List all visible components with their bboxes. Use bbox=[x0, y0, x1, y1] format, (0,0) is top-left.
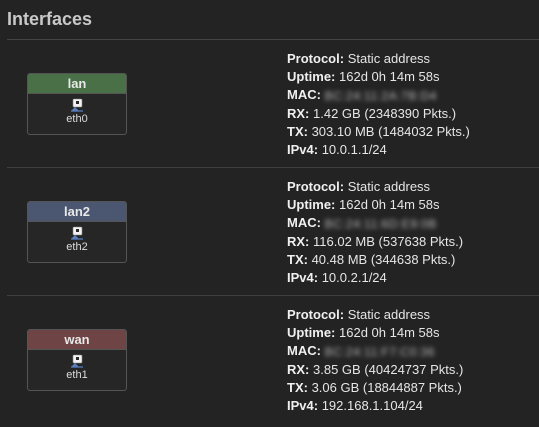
protocol-value: Static address bbox=[347, 179, 431, 194]
uptime-line: Uptime: 162d 0h 14m 58s bbox=[287, 196, 463, 214]
interface-badge-body: eth1 bbox=[28, 354, 126, 381]
tx-label: TX: bbox=[287, 379, 308, 395]
interface-badge-wan[interactable]: wan eth1 bbox=[27, 329, 127, 391]
ipv4-line: IPv4: 192.168.1.104/24 bbox=[287, 397, 463, 415]
uptime-value: 162d 0h 14m 58s bbox=[339, 197, 440, 212]
tx-label: TX: bbox=[287, 123, 308, 139]
interface-name: wan bbox=[28, 330, 126, 350]
uptime-label: Uptime: bbox=[287, 69, 336, 84]
page-title: Interfaces bbox=[7, 9, 93, 29]
tx-line: TX: 303.10 MB (1484032 Pkts.) bbox=[287, 123, 470, 141]
rx-label: RX: bbox=[287, 233, 310, 249]
ipv4-line: IPv4: 10.0.1.1/24 bbox=[287, 141, 470, 159]
tx-value: 40.48 MB (344638 Pkts.) bbox=[311, 251, 456, 267]
mac-line: MAC: BC:24:11:F7:C0:36 bbox=[287, 342, 463, 361]
uptime-label: Uptime: bbox=[287, 197, 336, 212]
uptime-line: Uptime: 162d 0h 14m 58s bbox=[287, 68, 470, 86]
tx-line: TX: 3.06 GB (18844887 Pkts.) bbox=[287, 379, 463, 397]
interface-badge-lan[interactable]: lan eth0 bbox=[27, 73, 127, 135]
ethernet-port-icon bbox=[71, 226, 83, 240]
rx-label: RX: bbox=[287, 105, 310, 121]
mac-value-redacted: BC:24:11:2A:7B:D4 bbox=[324, 88, 437, 103]
mac-line: MAC: BC:24:11:2A:7B:D4 bbox=[287, 86, 470, 105]
interface-badge-body: eth0 bbox=[28, 98, 126, 125]
protocol-label: Protocol: bbox=[287, 179, 345, 194]
interface-row-wan: wan eth1 Protocol: Static address Uptime… bbox=[7, 297, 539, 425]
mac-line: MAC: BC:24:11:6D:E9:0B bbox=[287, 214, 463, 233]
interface-details-lan: Protocol: Static address Uptime: 162d 0h… bbox=[287, 50, 470, 159]
tx-value: 3.06 GB (18844887 Pkts.) bbox=[311, 379, 462, 395]
row-divider bbox=[7, 295, 539, 296]
interface-badge-lan2[interactable]: lan2 eth2 bbox=[27, 201, 127, 263]
interface-device: eth0 bbox=[66, 113, 88, 125]
ipv4-value: 10.0.1.1/24 bbox=[321, 141, 387, 157]
interfaces-panel: Interfaces lan eth0 Protocol: Static add… bbox=[0, 0, 539, 427]
mac-value-redacted: BC:24:11:6D:E9:0B bbox=[324, 216, 437, 231]
interface-details-wan: Protocol: Static address Uptime: 162d 0h… bbox=[287, 306, 463, 415]
interface-name: lan bbox=[28, 74, 126, 94]
protocol-label: Protocol: bbox=[287, 51, 345, 66]
ipv4-label: IPv4: bbox=[287, 397, 319, 413]
interface-device: eth2 bbox=[66, 241, 88, 253]
mac-label: MAC: bbox=[287, 87, 321, 102]
tx-value: 303.10 MB (1484032 Pkts.) bbox=[311, 123, 470, 139]
protocol-line: Protocol: Static address bbox=[287, 306, 463, 324]
protocol-label: Protocol: bbox=[287, 307, 345, 322]
protocol-line: Protocol: Static address bbox=[287, 178, 463, 196]
ipv4-label: IPv4: bbox=[287, 269, 319, 285]
rx-value: 1.42 GB (2348390 Pkts.) bbox=[313, 105, 457, 121]
ethernet-port-icon bbox=[71, 98, 83, 112]
rx-line: RX: 3.85 GB (40424737 Pkts.) bbox=[287, 361, 463, 379]
rx-label: RX: bbox=[287, 361, 310, 377]
ipv4-line: IPv4: 10.0.2.1/24 bbox=[287, 269, 463, 287]
uptime-label: Uptime: bbox=[287, 325, 336, 340]
interface-details-lan2: Protocol: Static address Uptime: 162d 0h… bbox=[287, 178, 463, 287]
interface-device: eth1 bbox=[66, 369, 88, 381]
uptime-line: Uptime: 162d 0h 14m 58s bbox=[287, 324, 463, 342]
interface-row-lan2: lan2 eth2 Protocol: Static address Uptim… bbox=[7, 169, 539, 297]
rx-line: RX: 1.42 GB (2348390 Pkts.) bbox=[287, 105, 470, 123]
uptime-value: 162d 0h 14m 58s bbox=[339, 69, 440, 84]
protocol-line: Protocol: Static address bbox=[287, 50, 470, 68]
tx-line: TX: 40.48 MB (344638 Pkts.) bbox=[287, 251, 463, 269]
tx-label: TX: bbox=[287, 251, 308, 267]
title-divider bbox=[7, 39, 539, 40]
rx-value: 116.02 MB (537638 Pkts.) bbox=[313, 233, 464, 249]
mac-label: MAC: bbox=[287, 343, 321, 358]
interface-row-lan: lan eth0 Protocol: Static address Uptime… bbox=[7, 41, 539, 169]
mac-label: MAC: bbox=[287, 215, 321, 230]
protocol-value: Static address bbox=[347, 307, 431, 322]
protocol-value: Static address bbox=[347, 51, 431, 66]
interface-name: lan2 bbox=[28, 202, 126, 222]
ipv4-label: IPv4: bbox=[287, 141, 319, 157]
rx-line: RX: 116.02 MB (537638 Pkts.) bbox=[287, 233, 463, 251]
mac-value-redacted: BC:24:11:F7:C0:36 bbox=[324, 344, 435, 359]
interface-badge-body: eth2 bbox=[28, 226, 126, 253]
uptime-value: 162d 0h 14m 58s bbox=[339, 325, 440, 340]
rx-value: 3.85 GB (40424737 Pkts.) bbox=[313, 361, 464, 377]
ipv4-value: 192.168.1.104/24 bbox=[321, 397, 423, 413]
row-divider bbox=[7, 167, 539, 168]
ipv4-value: 10.0.2.1/24 bbox=[321, 269, 387, 285]
ethernet-port-icon bbox=[71, 354, 83, 368]
